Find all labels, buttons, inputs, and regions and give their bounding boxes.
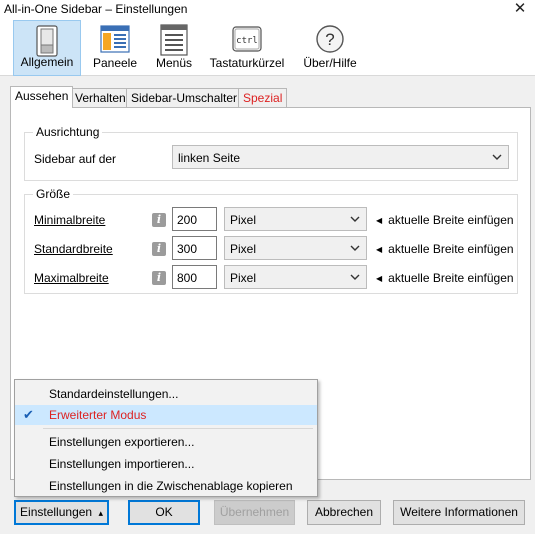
settings-menu-button[interactable]: Einstellungen ▴ — [14, 500, 109, 525]
tab-aussehen[interactable]: Aussehen — [10, 86, 74, 108]
label-maximalbreite: Maximalbreite — [34, 271, 109, 285]
legend-ausrichtung: Ausrichtung — [33, 125, 103, 139]
settings-menu-button-label: Einstellungen — [20, 505, 93, 519]
more-info-button[interactable]: Weitere Informationen — [393, 500, 525, 525]
settings-popup-menu: Standardeinstellungen... ✔ Erweiterter M… — [14, 379, 318, 497]
legend-groesse: Größe — [33, 187, 74, 201]
apply-button[interactable]: Übernehmen — [214, 500, 295, 525]
label-minimalbreite-accel: M — [34, 213, 44, 227]
pane-allgemein[interactable]: Allgemein — [13, 20, 81, 76]
label-standardbreite-accel: S — [34, 242, 43, 256]
label-maximalbreite-rest: aximalbreite — [44, 271, 109, 285]
pane-label-menues: Menüs — [155, 56, 193, 70]
maximalbreite-unit-select[interactable]: Pixel — [224, 265, 367, 289]
select-sidebar-seite[interactable]: linken Seite — [172, 145, 509, 169]
label-maximalbreite-accel: M — [34, 271, 44, 285]
pane-label-ueber-hilfe: Über/Hilfe — [303, 56, 357, 70]
label-standardbreite-rest: tandardbreite — [42, 242, 113, 256]
tab-verhalten[interactable]: Verhalten — [70, 88, 131, 108]
triangle-up-icon: ▴ — [98, 508, 103, 518]
keyboard-ctrl-icon: ctrl — [232, 26, 262, 52]
menu-item-zwischenablage[interactable]: Einstellungen in die Zwischenablage kopi… — [15, 476, 317, 496]
panels-icon — [100, 25, 130, 53]
menu-item-exportieren-label: Einstellungen exportieren... — [49, 435, 195, 449]
chevron-down-icon — [492, 154, 502, 160]
ctrl-key-text: ctrl — [236, 36, 258, 46]
tab-spezial[interactable]: Spezial — [238, 88, 288, 108]
info-icon[interactable]: i — [152, 271, 166, 285]
insert-current-width-standard-label: aktuelle Breite einfügen — [388, 242, 514, 256]
insert-current-width-minimal-label: aktuelle Breite einfügen — [388, 213, 514, 227]
checkmark-icon: ✔ — [23, 407, 34, 422]
cancel-button[interactable]: Abbrechen — [307, 500, 381, 525]
select-sidebar-seite-value: linken Seite — [178, 151, 241, 165]
window-title: All-in-One Sidebar – Einstellungen — [4, 2, 188, 16]
triangle-left-icon: ◀ — [376, 245, 383, 254]
help-question-mark: ? — [325, 30, 334, 49]
pane-ueber-hilfe[interactable]: ? Über/Hilfe — [295, 20, 365, 76]
help-icon: ? — [316, 25, 344, 53]
pane-label-allgemein: Allgemein — [20, 55, 74, 69]
menu-item-importieren-label: Einstellungen importieren... — [49, 457, 195, 471]
info-icon[interactable]: i — [152, 213, 166, 227]
label-minimalbreite-rest: inimalbreite — [44, 213, 106, 227]
tab-sidebar-umschalter[interactable]: Sidebar-Umschalter — [126, 88, 243, 108]
menu-item-importieren[interactable]: Einstellungen importieren... — [15, 454, 317, 474]
group-ausrichtung: Ausrichtung Sidebar auf der linken Seite — [24, 125, 518, 181]
label-minimalbreite: Minimalbreite — [34, 213, 105, 227]
menus-icon — [160, 24, 188, 56]
menu-item-standardeinstellungen[interactable]: Standardeinstellungen... — [15, 384, 317, 404]
pane-menues[interactable]: Menüs — [148, 20, 200, 76]
info-icon[interactable]: i — [152, 242, 166, 256]
minimalbreite-unit-value: Pixel — [230, 213, 257, 227]
label-sidebar-auf-der: Sidebar auf der — [34, 152, 117, 166]
standardbreite-unit-select[interactable]: Pixel — [224, 236, 367, 260]
menu-item-erweiterter-modus-label: Erweiterter Modus — [49, 408, 147, 422]
ok-button[interactable]: OK — [128, 500, 200, 525]
standardbreite-input[interactable]: 300 — [172, 236, 217, 260]
chevron-down-icon — [350, 216, 360, 222]
pane-label-paneele: Paneele — [92, 56, 138, 70]
minimalbreite-unit-select[interactable]: Pixel — [224, 207, 367, 231]
insert-current-width-standard[interactable]: ◀ aktuelle Breite einfügen — [376, 242, 514, 256]
title-bar: All-in-One Sidebar – Einstellungen ✕ — [0, 0, 535, 20]
pane-paneele[interactable]: Paneele — [86, 20, 144, 76]
chevron-down-icon — [350, 245, 360, 251]
menu-item-zwischenablage-label: Einstellungen in die Zwischenablage kopi… — [49, 479, 293, 493]
insert-current-width-maximal-label: aktuelle Breite einfügen — [388, 271, 514, 285]
menu-item-erweiterter-modus[interactable]: ✔ Erweiterter Modus — [15, 405, 317, 425]
pane-label-tastaturkuerzel: Tastaturkürzel — [209, 56, 285, 70]
chevron-down-icon — [350, 274, 360, 280]
switch-icon — [36, 25, 58, 57]
pane-toolbar: Allgemein Paneele Menüs ctrl Tastaturkür… — [0, 20, 535, 76]
standardbreite-unit-value: Pixel — [230, 242, 257, 256]
maximalbreite-input[interactable]: 800 — [172, 265, 217, 289]
close-icon[interactable]: ✕ — [511, 0, 529, 18]
insert-current-width-maximal[interactable]: ◀ aktuelle Breite einfügen — [376, 271, 514, 285]
menu-item-standardeinstellungen-label: Standardeinstellungen... — [49, 387, 179, 401]
maximalbreite-unit-value: Pixel — [230, 271, 257, 285]
menu-separator — [43, 428, 313, 429]
triangle-left-icon: ◀ — [376, 216, 383, 225]
triangle-left-icon: ◀ — [376, 274, 383, 283]
label-standardbreite: Standardbreite — [34, 242, 113, 256]
insert-current-width-minimal[interactable]: ◀ aktuelle Breite einfügen — [376, 213, 514, 227]
minimalbreite-input[interactable]: 200 — [172, 207, 217, 231]
menu-item-exportieren[interactable]: Einstellungen exportieren... — [15, 432, 317, 452]
group-groesse: Größe Minimalbreite i 200 Pixel ◀ aktuell… — [24, 187, 518, 294]
pane-tastaturkuerzel[interactable]: ctrl Tastaturkürzel — [206, 20, 288, 76]
